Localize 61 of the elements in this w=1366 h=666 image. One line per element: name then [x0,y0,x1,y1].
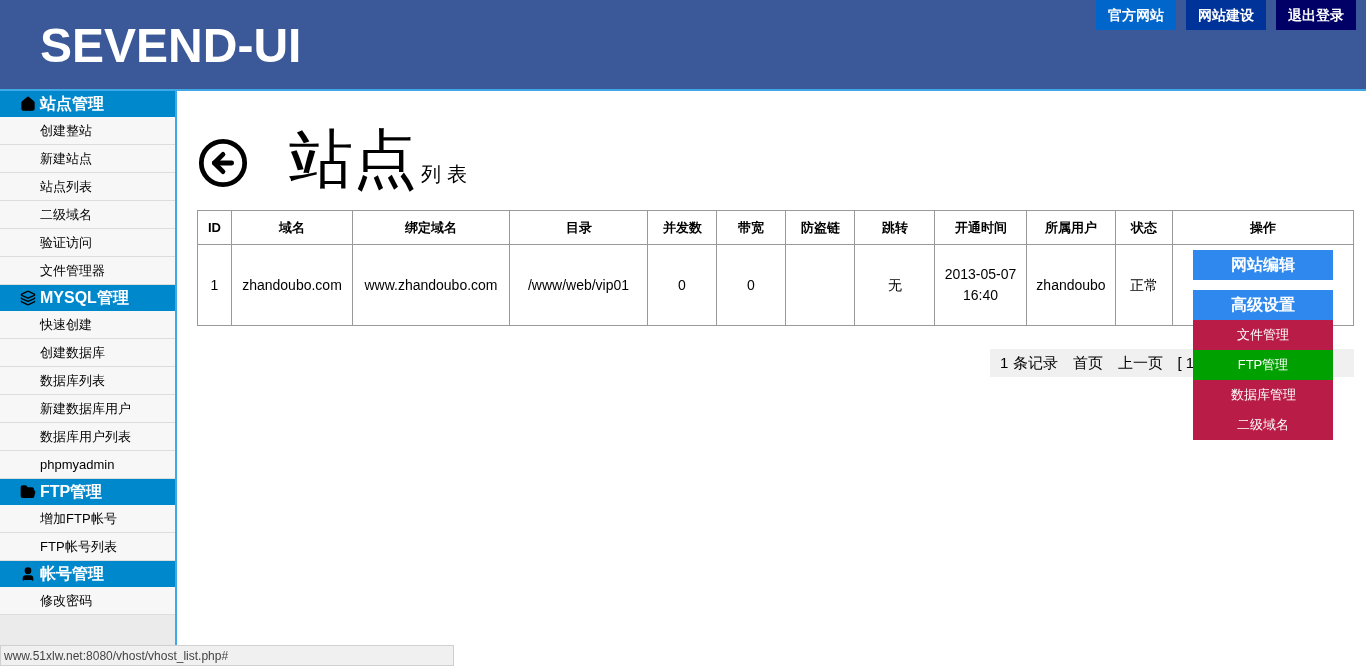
action-button[interactable]: 网站编辑 [1193,250,1333,280]
sidebar-item[interactable]: 文件管理器 [0,257,175,285]
sidebar-item[interactable]: FTP帐号列表 [0,533,175,561]
table-cell: 0 [716,244,786,326]
table-cell: zhandoubo [1026,244,1116,326]
sidebar-item[interactable]: 新建数据库用户 [0,395,175,423]
table-cell: 2013-05-07 16:40 [934,244,1027,326]
menu-item[interactable]: 二级域名 [1193,410,1333,440]
header-button[interactable]: 退出登录 [1276,0,1356,30]
table-cell: 无 [854,244,935,326]
column-header: 状态 [1115,210,1173,245]
column-header: 开通时间 [934,210,1027,245]
page-title: 站点 [289,127,417,191]
sidebar-item[interactable]: 新建站点 [0,145,175,173]
header-button[interactable]: 网站建设 [1186,0,1266,30]
column-header: 目录 [509,210,648,245]
menu-item[interactable]: 文件管理 [1193,320,1333,350]
sidebar-item[interactable]: 创建整站 [0,117,175,145]
column-header: 防盗链 [785,210,855,245]
menu-item[interactable]: 数据库管理 [1193,380,1333,410]
column-header: 域名 [231,210,353,245]
pagination-link[interactable]: [ 1 [1177,351,1195,375]
header-button[interactable]: 官方网站 [1096,0,1176,30]
sidebar-item[interactable]: 增加FTP帐号 [0,505,175,533]
column-header: 带宽 [716,210,786,245]
sidebar-section-header[interactable]: MYSQL管理 [0,285,175,311]
table-cell: zhandoubo.com [231,244,353,326]
sidebar-item[interactable]: 数据库用户列表 [0,423,175,451]
sidebar-item[interactable]: 二级域名 [0,201,175,229]
home-icon [20,96,36,112]
sidebar-section-header[interactable]: 站点管理 [0,91,175,117]
table-cell: 1 [197,244,232,326]
column-header: 并发数 [647,210,717,245]
sidebar-item[interactable]: 数据库列表 [0,367,175,395]
column-header: 操作 [1172,210,1354,245]
column-header: 绑定域名 [352,210,510,245]
status-bar: www.51xlw.net:8080/vhost/vhost_list.php# [0,645,454,666]
sidebar-item[interactable]: 站点列表 [0,173,175,201]
logo: SEVEND-UI [40,22,302,70]
sidebar-section-header[interactable]: FTP管理 [0,479,175,505]
layers-icon [20,290,36,306]
pagination-link[interactable]: 上一页 [1117,351,1163,375]
sidebar-item[interactable]: 验证访问 [0,229,175,257]
table-cell: 0 [647,244,717,326]
folder-icon [20,484,36,500]
table-cell: 正常 [1115,244,1173,326]
column-header: 所属用户 [1026,210,1116,245]
back-icon[interactable] [197,137,249,189]
page-subtitle: 列 表 [421,162,467,187]
sidebar-item[interactable]: 创建数据库 [0,339,175,367]
action-button[interactable]: 高级设置 [1193,290,1333,320]
sidebar-item[interactable]: phpmyadmin [0,451,175,479]
table-cell: /www/web/vip01 [509,244,648,326]
sidebar-item[interactable]: 修改密码 [0,587,175,615]
column-header: ID [197,210,232,245]
sidebar-item[interactable]: 快速创建 [0,311,175,339]
column-header: 跳转 [854,210,935,245]
user-icon [20,566,36,582]
pagination-link[interactable]: 首页 [1072,351,1103,375]
sidebar-section-header[interactable]: 帐号管理 [0,561,175,587]
table-cell: www.zhandoubo.com [352,244,510,326]
